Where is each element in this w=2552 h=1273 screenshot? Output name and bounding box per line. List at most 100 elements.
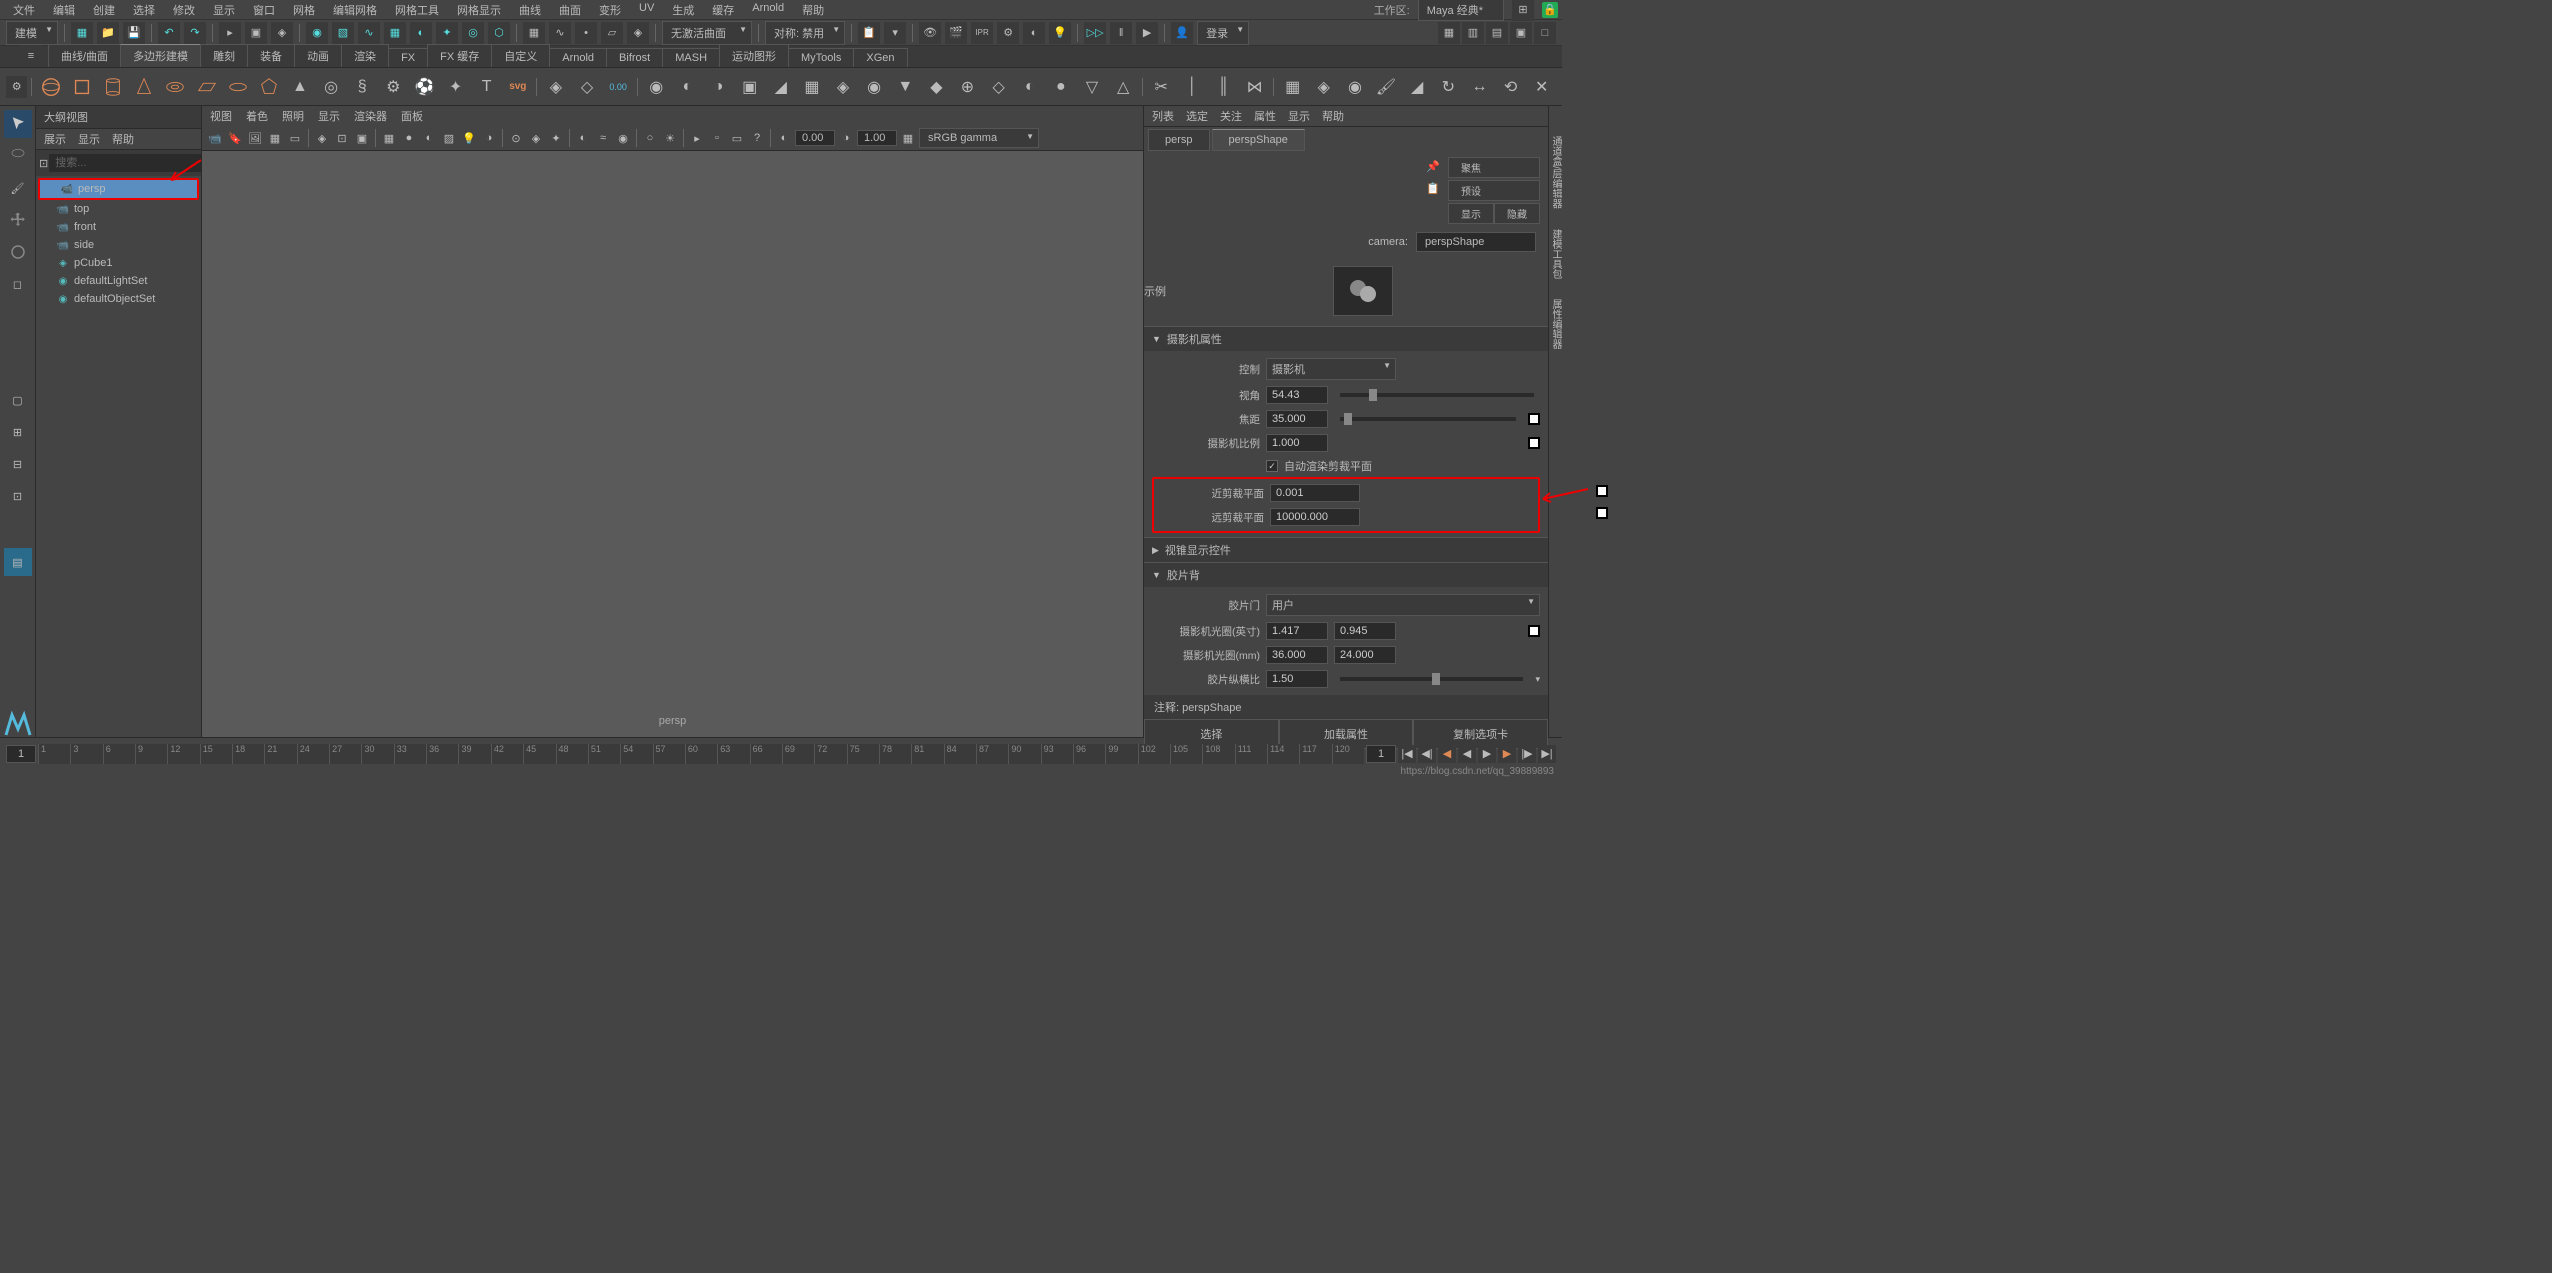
boolean-inter-icon[interactable]: ◑ [704, 72, 733, 102]
shelf-options-icon[interactable]: ⚙ [6, 76, 27, 98]
smooth-icon[interactable]: 0.00 [604, 72, 633, 102]
vp-aa-icon[interactable]: ◉ [614, 129, 632, 147]
vp-safe-icon[interactable]: ▣ [353, 129, 371, 147]
fill-hole-icon[interactable]: ◉ [860, 72, 889, 102]
goto-end-icon[interactable]: ▶| [1538, 745, 1556, 763]
crease-icon[interactable]: ◢ [1403, 72, 1432, 102]
far-clip-field[interactable] [1270, 508, 1360, 526]
tab-fx[interactable]: FX [388, 48, 428, 67]
tab-render[interactable]: 渲染 [341, 44, 389, 67]
vp-renderer-menu[interactable]: 渲染器 [354, 108, 387, 124]
tab-xgen[interactable]: XGen [853, 48, 907, 67]
play-fwd-icon[interactable]: ▶ [1478, 745, 1496, 763]
save-scene-icon[interactable]: 💾 [123, 22, 145, 44]
vp-film-icon[interactable]: ▭ [286, 129, 304, 147]
layout-four-icon[interactable]: ⊞ [4, 418, 32, 446]
tab-polymodel[interactable]: 多边形建模 [120, 44, 201, 67]
attr-tab-perspshape[interactable]: perspShape [1212, 129, 1305, 151]
poly-disc-icon[interactable] [223, 72, 252, 102]
insert-edge-icon[interactable]: │ [1178, 72, 1207, 102]
ipr-icon[interactable]: IPR [971, 22, 993, 44]
outliner-toggle-icon[interactable]: ▤ [4, 548, 32, 576]
step-back-key-icon[interactable]: ◀| [1418, 745, 1436, 763]
select-tool-icon[interactable] [4, 110, 32, 138]
current-frame-field[interactable]: 1 [1366, 745, 1396, 763]
outliner-display-menu[interactable]: 显示 [78, 131, 100, 147]
live-surface-dropdown[interactable]: 无激活曲面 [662, 21, 752, 45]
login-dropdown[interactable]: 登录 [1197, 21, 1249, 45]
vp-light-icon[interactable]: 💡 [460, 129, 478, 147]
delete-icon[interactable]: ✕ [1527, 72, 1556, 102]
target-weld-icon[interactable]: ⊕ [953, 72, 982, 102]
vp-flat-icon[interactable]: ◐ [420, 129, 438, 147]
snap-grid-icon[interactable]: ▦ [523, 22, 545, 44]
menu-create[interactable]: 创建 [84, 0, 124, 20]
attr-show-menu[interactable]: 显示 [1288, 108, 1310, 124]
attr-list-menu[interactable]: 列表 [1152, 108, 1174, 124]
keyframe-icon[interactable] [1596, 507, 1608, 519]
vp-arrow-icon[interactable]: ▸ [688, 129, 706, 147]
vp-grid-icon[interactable]: ▦ [266, 129, 284, 147]
tab-curves[interactable]: 曲线/曲面 [48, 44, 121, 67]
modeling-toolkit-tab[interactable]: 建模工具包 [1548, 219, 1563, 289]
tree-item-side[interactable]: 📹 side [36, 236, 201, 254]
paint-select-icon[interactable]: 🖌 [4, 174, 32, 202]
svg-tool-icon[interactable]: svg [503, 72, 532, 102]
vp-lighting-menu[interactable]: 照明 [282, 108, 304, 124]
vp-jxray-icon[interactable]: ✦ [547, 129, 565, 147]
layout-two-icon[interactable]: ⊟ [4, 450, 32, 478]
menu-meshdisplay[interactable]: 网格显示 [448, 0, 510, 20]
preset-button[interactable]: 预设 [1448, 180, 1540, 201]
boolean-union-icon[interactable]: ◉ [642, 72, 671, 102]
poly-sphere-icon[interactable] [36, 72, 65, 102]
keyframe-icon[interactable] [1528, 437, 1540, 449]
new-scene-icon[interactable]: ▦ [71, 22, 93, 44]
poly-pyramid-icon[interactable]: ▲ [285, 72, 314, 102]
menu-uv[interactable]: UV [630, 0, 663, 20]
tab-rigging[interactable]: 装备 [247, 44, 295, 67]
poly-super-icon[interactable]: ✦ [441, 72, 470, 102]
frustum-section-header[interactable]: ▶ 视锥显示控件 [1144, 538, 1548, 562]
vp-expose-icon[interactable]: ☀ [661, 129, 679, 147]
channel-box-tab[interactable]: 通道盒/层编辑器 [1548, 126, 1563, 219]
vp-ao-icon[interactable]: ◐ [574, 129, 592, 147]
vp-help-icon[interactable]: ? [748, 129, 766, 147]
sculpt-icon[interactable]: 🖌 [1372, 72, 1401, 102]
merge-icon[interactable]: ◆ [922, 72, 951, 102]
aperture-mm-x-field[interactable] [1266, 646, 1328, 664]
vp-motion-icon[interactable]: ≈ [594, 129, 612, 147]
focal-field[interactable] [1266, 410, 1328, 428]
tree-item-pcube1[interactable]: ◈ pCube1 [36, 254, 201, 272]
layout-single-icon[interactable]: ▢ [4, 386, 32, 414]
film-section-header[interactable]: ▼ 胶片背 [1144, 563, 1548, 587]
aspect-field[interactable] [1266, 670, 1328, 688]
fov-slider[interactable] [1340, 393, 1534, 397]
history-toggle-icon[interactable]: ▾ [884, 22, 906, 44]
play-icon[interactable]: ▷▷ [1084, 22, 1106, 44]
menu-surfaces[interactable]: 曲面 [550, 0, 590, 20]
tab-bifrost[interactable]: Bifrost [606, 48, 663, 67]
poly-soccer-icon[interactable]: ⚽ [410, 72, 439, 102]
snap-plane-icon[interactable]: ▱ [601, 22, 623, 44]
slide-edge-icon[interactable]: ↔ [1465, 72, 1494, 102]
poly-cone-icon[interactable] [130, 72, 159, 102]
select-obj-icon[interactable]: ▣ [245, 22, 267, 44]
vp-exposure-field[interactable]: 0.00 [795, 130, 835, 146]
goto-start-icon[interactable]: |◀ [1398, 745, 1416, 763]
lock-icon[interactable]: 🔒 [1542, 2, 1558, 18]
scale-tool-icon[interactable]: ◻ [4, 270, 32, 298]
connect-icon[interactable]: ⋈ [1240, 72, 1269, 102]
workspace-config-icon[interactable]: ⊞ [1512, 0, 1534, 21]
tab-sculpt[interactable]: 雕刻 [200, 44, 248, 67]
poly-cube-icon[interactable] [68, 72, 97, 102]
outliner-show-menu[interactable]: 展示 [44, 131, 66, 147]
render-current-icon[interactable]: 🎬 [945, 22, 967, 44]
scale-field[interactable] [1266, 434, 1328, 452]
move-tool-icon[interactable] [4, 206, 32, 234]
focus-button[interactable]: 聚焦 [1448, 157, 1540, 178]
bridge-icon[interactable]: ▦ [797, 72, 826, 102]
vp-panels-menu[interactable]: 面板 [401, 108, 423, 124]
vp-bookmark-icon[interactable]: 🔖 [226, 129, 244, 147]
bevel-icon[interactable]: ◢ [766, 72, 795, 102]
vp-gate-icon[interactable]: ◈ [313, 129, 331, 147]
